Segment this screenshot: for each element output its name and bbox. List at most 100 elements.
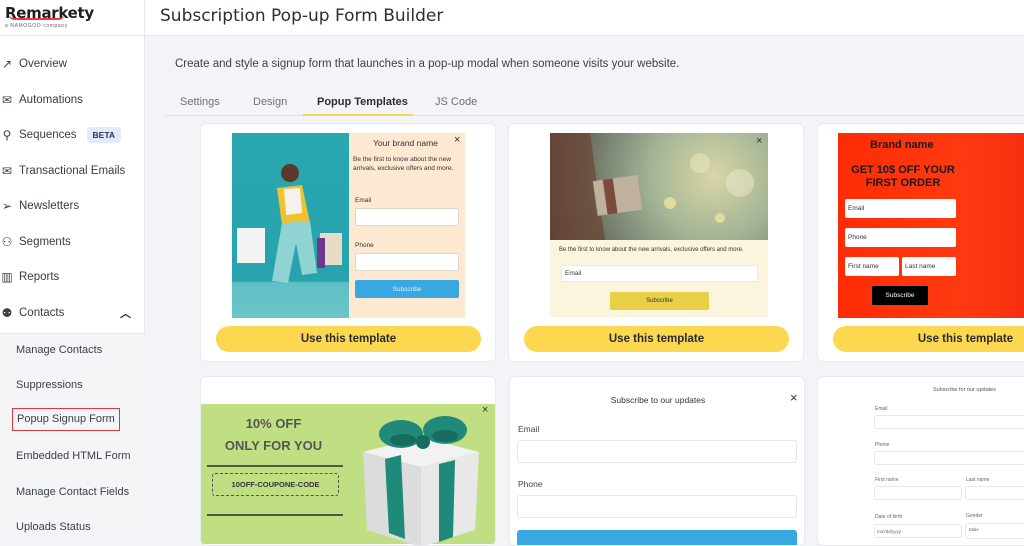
email-input-preview — [355, 208, 459, 226]
popup-preview-form: Be the first to know about the new arriv… — [550, 240, 768, 317]
sidebar-item-label: Transactional Emails — [19, 165, 126, 177]
sidebar-subitem-embedded-html-form[interactable]: Embedded HTML Form — [16, 450, 131, 462]
close-icon: × — [756, 135, 763, 147]
sidebar-item-reports[interactable]: ▥ Reports — [0, 262, 145, 292]
reports-icon: ▥ — [1, 270, 13, 284]
template-card: Your brand name × Be the first to know a… — [200, 123, 496, 362]
use-template-button[interactable]: Use this template — [833, 326, 1024, 352]
chevron-up-icon[interactable]: ︿ — [120, 305, 131, 321]
email-input-preview: Email — [561, 265, 758, 282]
phone-label: Phone — [518, 479, 543, 489]
sidebar-subitem-suppressions[interactable]: Suppressions — [16, 379, 83, 391]
gift-box-icon — [363, 416, 479, 545]
template-card: Brand name GET 10$ OFF YOUR FIRST ORDER … — [817, 123, 1024, 362]
last-name-input-preview — [965, 486, 1024, 500]
green-coupon-background: 10% OFF ONLY FOR YOU 10OFF-COUPONE-CODE … — [201, 404, 495, 545]
email-input-preview — [874, 415, 1024, 429]
email-label: Email — [355, 197, 372, 204]
brand-name-text: Brand name — [870, 139, 934, 151]
phone-input-preview — [517, 495, 797, 518]
first-name-label: First name — [875, 477, 899, 483]
logo-subtitle: a NAMOGOO company — [5, 23, 68, 29]
sidebar-item-sequences[interactable]: ⚲ Sequences BETA — [0, 120, 145, 150]
contacts-submenu: Manage Contacts Suppressions Popup Signu… — [0, 333, 145, 535]
sidebar-subitem-popup-signup-form[interactable]: Popup Signup Form — [12, 408, 120, 431]
automation-icon: ✉ — [1, 93, 13, 107]
sidebar-subitem-manage-contact-fields[interactable]: Manage Contact Fields — [16, 486, 129, 498]
sidebar-item-overview[interactable]: ↗ Overview — [0, 49, 145, 79]
tab-js-code[interactable]: JS Code — [435, 96, 477, 108]
coupon-code: 10OFF-COUPONE-CODE — [212, 473, 339, 496]
phone-label: Phone — [875, 442, 890, 448]
contacts-icon: ⚉ — [1, 306, 13, 320]
subscribe-button-preview: Subscribe — [355, 280, 459, 298]
page-description: Create and style a signup form that laun… — [175, 58, 680, 70]
divider — [207, 465, 343, 467]
use-template-button[interactable]: Use this template — [524, 326, 789, 352]
phone-input-preview — [355, 253, 459, 271]
page-title: Subscription Pop-up Form Builder — [160, 6, 444, 26]
brand-name-text: Your brand name — [373, 138, 438, 148]
gift-box-image: × — [550, 133, 768, 240]
active-tab-indicator — [303, 114, 413, 116]
transactional-email-icon: ✉ — [1, 164, 13, 178]
close-icon: × — [454, 134, 461, 146]
sidebar-item-label: Newsletters — [19, 200, 80, 212]
paper-plane-icon: ➢ — [1, 199, 13, 213]
logo[interactable]: Remarkety a NAMOGOO company — [0, 0, 144, 36]
sidebar-item-label: Overview — [19, 58, 67, 70]
subscribe-button-preview: Subscribe — [610, 292, 709, 310]
shopping-woman-image — [232, 133, 349, 318]
phone-input-preview — [874, 451, 1024, 465]
tab-bar: Settings Design Popup Templates JS Code — [165, 94, 1024, 116]
template-card: Subscribe to our updates × Email Phone — [509, 376, 805, 546]
sidebar-item-newsletters[interactable]: ➢ Newsletters — [0, 191, 145, 221]
dob-input-preview: mm/dd/yyyy — [874, 524, 962, 538]
sidebar-item-label: Automations — [19, 94, 83, 106]
first-name-input-preview — [874, 486, 962, 500]
tab-design[interactable]: Design — [253, 96, 287, 108]
tab-settings[interactable]: Settings — [180, 96, 220, 108]
discount-text: 10% OFF — [245, 416, 302, 431]
gender-select-preview: Male — [965, 523, 1024, 539]
red-promo-background: Brand name GET 10$ OFF YOUR FIRST ORDER … — [838, 133, 1024, 318]
beta-badge: BETA — [86, 127, 122, 143]
promo-headline: GET 10$ OFF YOUR FIRST ORDER — [851, 164, 955, 190]
close-icon: × — [790, 390, 798, 405]
template-card: × Be the first to know about the new arr… — [508, 123, 804, 362]
sidebar-item-automations[interactable]: ✉ Automations — [0, 85, 145, 115]
email-label: Email — [518, 424, 540, 434]
form-title: Subscribe to our updates — [610, 395, 706, 405]
sidebar-subitem-uploads-status[interactable]: Uploads Status — [16, 521, 91, 533]
template-card: 10% OFF ONLY FOR YOU 10OFF-COUPONE-CODE … — [200, 376, 496, 546]
last-name-input-preview: Last name — [902, 257, 956, 276]
divider — [207, 514, 343, 516]
page-header: Subscription Pop-up Form Builder — [145, 0, 1024, 36]
last-name-label: Last name — [966, 477, 990, 483]
form-title: Subscribe for our updates — [933, 387, 996, 393]
preview-text: Be the first to know about the new arriv… — [559, 247, 744, 253]
sidebar-item-label: Reports — [19, 271, 60, 283]
first-name-input-preview: First name — [845, 257, 899, 276]
subscribe-button-preview — [517, 530, 797, 545]
email-input-preview — [517, 440, 797, 463]
dob-label: Date of birth — [875, 514, 903, 520]
sidebar-item-segments[interactable]: ⚇ Segments — [0, 227, 145, 257]
trend-up-icon: ↗ — [1, 57, 13, 71]
sidebar-subitem-manage-contacts[interactable]: Manage Contacts — [16, 344, 102, 356]
email-input-preview: Email — [845, 199, 956, 218]
logo-smile-icon — [9, 15, 64, 20]
sequence-icon: ⚲ — [2, 128, 12, 142]
popup-preview-form: Your brand name × Be the first to know a… — [349, 133, 465, 318]
tab-popup-templates[interactable]: Popup Templates — [317, 96, 408, 108]
gender-label: Gender — [966, 513, 983, 519]
preview-text: Be the first to know about the new arriv… — [353, 156, 454, 173]
sidebar-item-label: Sequences — [19, 129, 77, 141]
phone-label: Phone — [355, 242, 374, 249]
only-for-you-text: ONLY FOR YOU — [224, 438, 323, 453]
sidebar-item-contacts[interactable]: ⚉ Contacts ︿ — [0, 298, 145, 328]
use-template-button[interactable]: Use this template — [216, 326, 481, 352]
email-label: Email — [875, 406, 888, 412]
sidebar-item-label: Segments — [19, 236, 71, 248]
sidebar-item-transactional-emails[interactable]: ✉ Transactional Emails — [0, 156, 145, 186]
